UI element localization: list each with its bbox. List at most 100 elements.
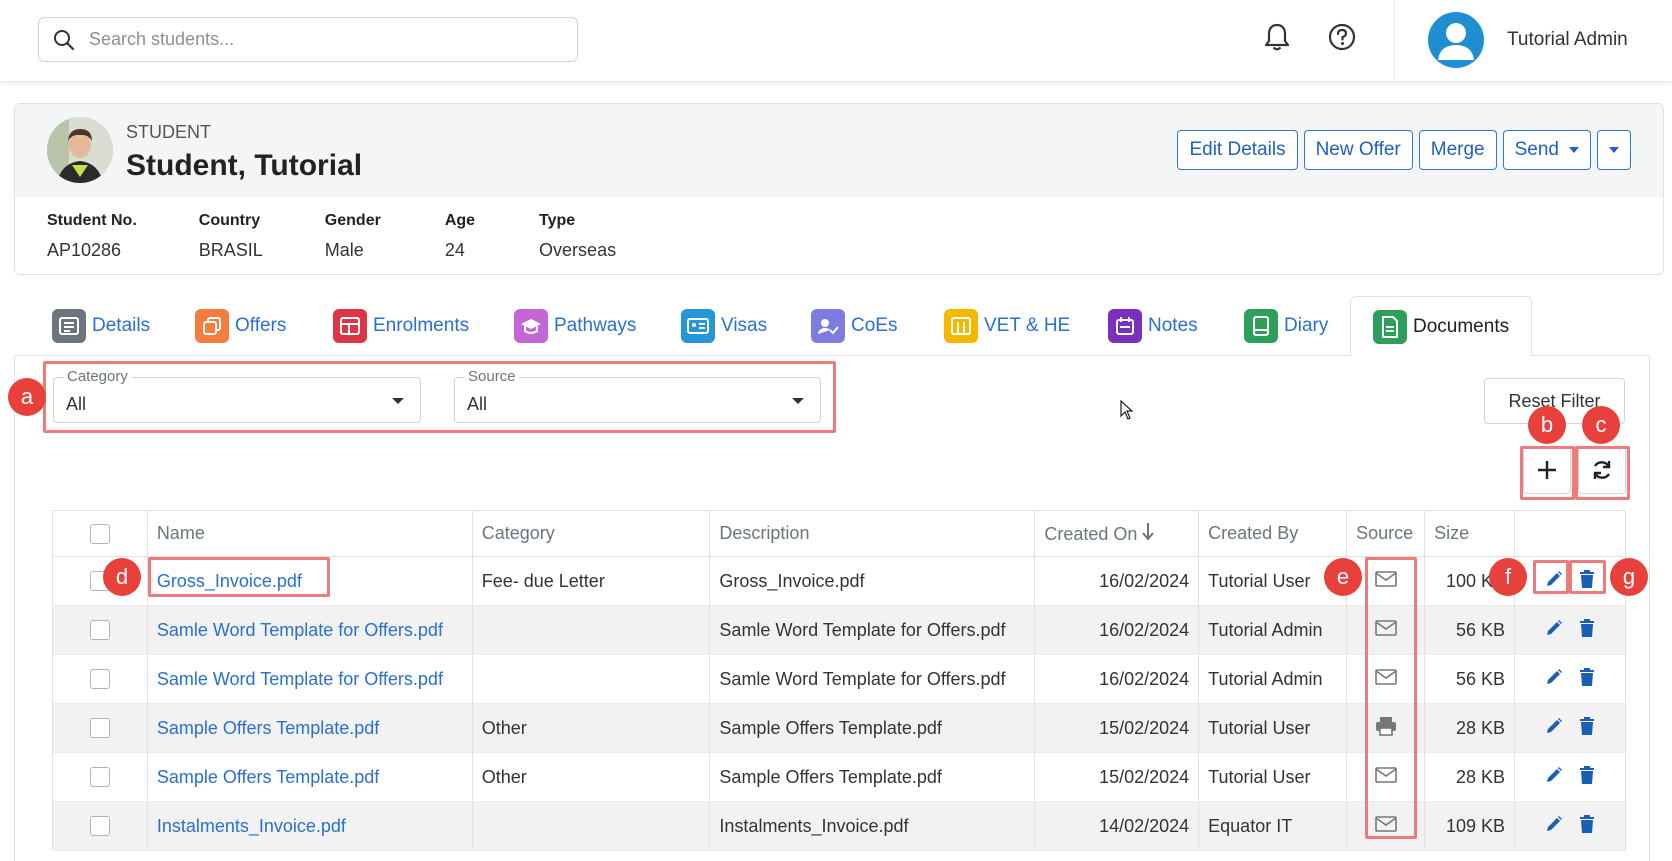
- select-all-checkbox[interactable]: [89, 523, 110, 544]
- enrolments-icon: [333, 309, 367, 343]
- more-actions-button[interactable]: [1597, 130, 1631, 170]
- info-value: BRASIL: [198, 240, 263, 260]
- doc-name-link[interactable]: Samle Word Template for Offers.pdf: [157, 620, 443, 640]
- doc-size: 109 KB: [1424, 801, 1516, 851]
- col-category[interactable]: Category: [471, 510, 711, 557]
- doc-category: [471, 801, 711, 851]
- search-input[interactable]: [89, 29, 549, 50]
- col-size[interactable]: Size: [1424, 510, 1516, 557]
- trash-icon[interactable]: [1579, 569, 1595, 593]
- tab-coes[interactable]: CoEs: [811, 296, 897, 356]
- doc-actions: [1514, 556, 1626, 606]
- mouse-cursor-icon: [1120, 399, 1134, 425]
- send-button[interactable]: Send: [1502, 130, 1591, 170]
- edit-pencil-icon[interactable]: [1545, 570, 1563, 593]
- tab-documents[interactable]: Documents: [1350, 296, 1533, 357]
- doc-size: 28 KB: [1424, 752, 1516, 802]
- help-icon[interactable]: [1327, 22, 1357, 57]
- doc-name-link[interactable]: Gross_Invoice.pdf: [157, 571, 302, 591]
- trash-icon[interactable]: [1579, 765, 1595, 789]
- student-photo: [47, 117, 113, 183]
- trash-icon[interactable]: [1579, 716, 1595, 740]
- table-row[interactable]: Gross_Invoice.pdf Fee- due Letter Gross_In…: [52, 556, 1626, 606]
- col-source[interactable]: Source: [1346, 510, 1426, 557]
- tab-label: Offers: [235, 315, 287, 336]
- col-created-on[interactable]: Created On: [1034, 510, 1200, 557]
- user-avatar[interactable]: [1428, 12, 1484, 68]
- row-select-cell[interactable]: [52, 605, 148, 655]
- info-key: Country: [198, 212, 261, 229]
- printer-icon: [1375, 716, 1397, 740]
- tab-offers[interactable]: Offers: [195, 296, 286, 356]
- add-document-button[interactable]: [1523, 446, 1571, 494]
- row-select-cell[interactable]: [52, 654, 148, 704]
- row-checkbox[interactable]: [89, 718, 110, 738]
- doc-created-by: Equator IT: [1198, 801, 1348, 851]
- trash-icon[interactable]: [1579, 618, 1595, 642]
- row-select-cell[interactable]: [52, 801, 148, 851]
- edit-pencil-icon[interactable]: [1545, 619, 1563, 642]
- select-all-cell[interactable]: [52, 510, 148, 557]
- new-offer-button[interactable]: New Offer: [1303, 130, 1413, 170]
- student-card-header: STUDENT Student, Tutorial Edit Details N…: [15, 104, 1663, 197]
- chevron-down-icon: [1609, 147, 1619, 153]
- doc-name-cell: Sample Offers Template.pdf: [146, 752, 473, 802]
- tab-label: VET & HE: [984, 315, 1071, 336]
- source-filter[interactable]: Source All: [454, 368, 821, 423]
- annotation-badge-c: c: [1582, 406, 1620, 444]
- doc-description: Gross_Invoice.pdf: [709, 556, 1036, 606]
- row-checkbox[interactable]: [89, 816, 110, 836]
- row-checkbox[interactable]: [89, 767, 110, 787]
- edit-pencil-icon[interactable]: [1545, 815, 1563, 838]
- merge-button[interactable]: Merge: [1418, 130, 1497, 170]
- doc-name-link[interactable]: Samle Word Template for Offers.pdf: [157, 669, 443, 689]
- table-row[interactable]: Sample Offers Template.pdf Other Sample Of…: [52, 752, 1626, 802]
- table-row[interactable]: Samle Word Template for Offers.pdf Samle …: [52, 654, 1626, 704]
- tab-visas[interactable]: Visas: [681, 296, 767, 356]
- row-select-cell[interactable]: [52, 752, 148, 802]
- tab-details[interactable]: Details: [52, 296, 150, 356]
- info-key: Type: [539, 212, 576, 229]
- doc-name-link[interactable]: Sample Offers Template.pdf: [157, 718, 379, 738]
- doc-category: Other: [471, 703, 711, 753]
- doc-name-cell: Sample Offers Template.pdf: [146, 703, 473, 753]
- row-checkbox[interactable]: [89, 669, 110, 689]
- user-name[interactable]: Tutorial Admin: [1507, 29, 1628, 51]
- tab-pathways[interactable]: Pathways: [514, 296, 636, 356]
- tab-enrolments[interactable]: Enrolments: [333, 296, 469, 356]
- doc-actions: [1514, 605, 1626, 655]
- trash-icon[interactable]: [1579, 814, 1595, 838]
- plus-icon: [1538, 461, 1556, 479]
- col-name[interactable]: Name: [146, 510, 473, 557]
- col-created-by[interactable]: Created By: [1198, 510, 1348, 557]
- tab-diary[interactable]: Diary: [1244, 296, 1328, 356]
- table-row[interactable]: Sample Offers Template.pdf Other Sample Of…: [52, 703, 1626, 753]
- row-select-cell[interactable]: [52, 703, 148, 753]
- envelope-icon: [1374, 570, 1397, 591]
- edit-pencil-icon[interactable]: [1545, 668, 1563, 691]
- info-value: 24: [444, 240, 465, 260]
- tab-notes[interactable]: Notes: [1108, 296, 1198, 356]
- category-filter[interactable]: Category All: [53, 368, 421, 423]
- doc-name-cell: Samle Word Template for Offers.pdf: [146, 605, 473, 655]
- bell-icon[interactable]: [1263, 22, 1291, 57]
- doc-created-on: 14/02/2024: [1034, 801, 1200, 851]
- edit-pencil-icon[interactable]: [1545, 766, 1563, 789]
- doc-name-link[interactable]: Sample Offers Template.pdf: [157, 767, 379, 787]
- documents-table: Name Category Description Created On Cre…: [52, 510, 1626, 851]
- search-box[interactable]: [38, 17, 578, 62]
- refresh-button[interactable]: [1578, 446, 1626, 494]
- table-row[interactable]: Instalments_Invoice.pdf Instalments_Invoi…: [52, 801, 1626, 851]
- edit-pencil-icon[interactable]: [1545, 717, 1563, 740]
- table-row[interactable]: Samle Word Template for Offers.pdf Samle …: [52, 605, 1626, 655]
- doc-name-link[interactable]: Instalments_Invoice.pdf: [157, 816, 346, 836]
- col-description[interactable]: Description: [709, 510, 1036, 557]
- row-checkbox[interactable]: [89, 620, 110, 640]
- search-icon: [39, 29, 89, 51]
- envelope-icon: [1374, 766, 1397, 787]
- edit-details-button[interactable]: Edit Details: [1177, 130, 1298, 170]
- trash-icon[interactable]: [1579, 667, 1595, 691]
- details-icon: [52, 309, 86, 343]
- doc-category: Fee- due Letter: [471, 556, 711, 606]
- tab-vet-he[interactable]: VET & HE: [944, 296, 1070, 356]
